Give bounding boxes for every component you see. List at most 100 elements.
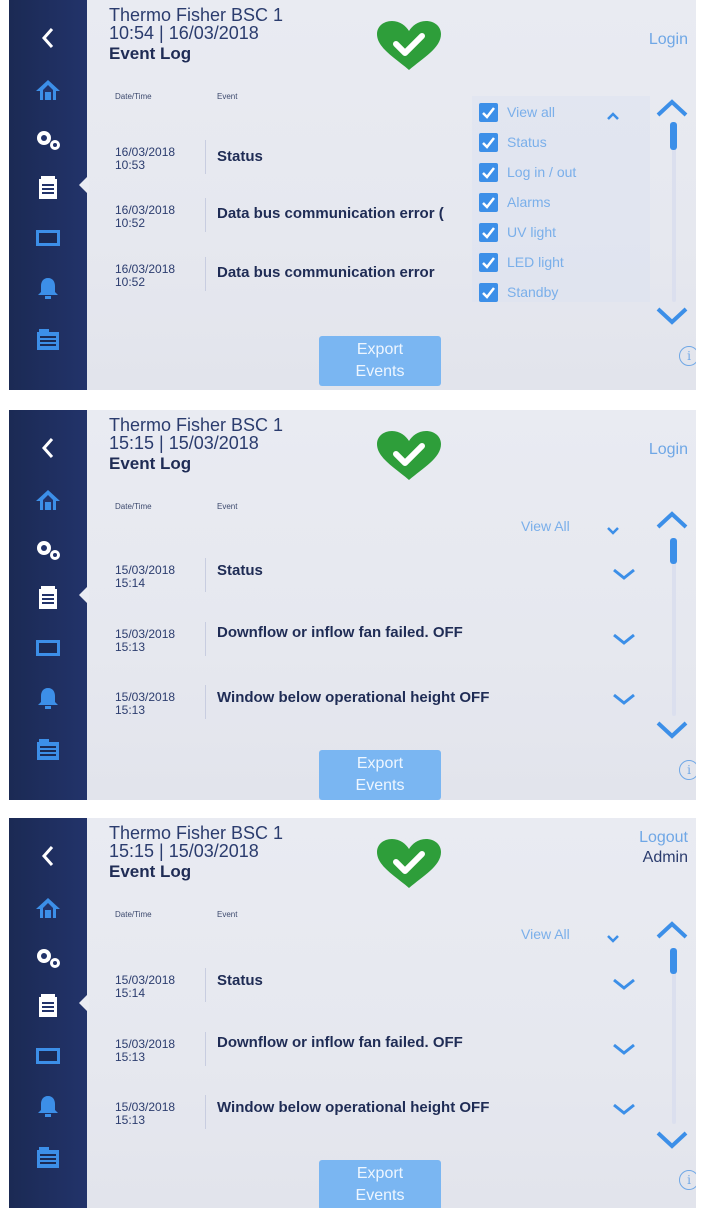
column-header-date: Date/Time bbox=[115, 502, 152, 511]
filter-label-uv-light[interactable]: UV light bbox=[507, 224, 556, 240]
home-icon[interactable] bbox=[9, 70, 87, 110]
scroll-down-chevron-icon[interactable] bbox=[655, 306, 689, 331]
info-icon[interactable]: i bbox=[679, 760, 696, 780]
checkbox-uv-light[interactable] bbox=[479, 223, 498, 242]
scrollbar-thumb[interactable] bbox=[670, 122, 677, 150]
checkbox-led-light[interactable] bbox=[479, 253, 498, 272]
login-label[interactable]: Login bbox=[649, 31, 688, 48]
info-icon[interactable]: i bbox=[679, 346, 696, 366]
export-events-button[interactable]: Export Events bbox=[319, 750, 441, 800]
back-icon[interactable] bbox=[9, 18, 87, 58]
expand-chevron-icon[interactable] bbox=[612, 567, 636, 585]
event-log-icon[interactable] bbox=[9, 578, 87, 618]
logged-in-user: Admin bbox=[642, 849, 688, 866]
row-time: 15:14 bbox=[115, 986, 146, 1000]
display-icon[interactable] bbox=[9, 218, 87, 258]
scrollbar-track[interactable] bbox=[672, 538, 676, 716]
settings-icon[interactable] bbox=[9, 530, 87, 570]
view-filter-chevron-down-icon[interactable] bbox=[606, 930, 620, 948]
logout-link[interactable]: Logout Admin bbox=[639, 828, 688, 868]
cabinet-name: Thermo Fisher BSC 1 bbox=[109, 5, 284, 25]
date-time: 10:54 | 16/03/2018 bbox=[109, 23, 259, 43]
settings-icon[interactable] bbox=[9, 120, 87, 160]
cabinet-name: Thermo Fisher BSC 1 bbox=[109, 823, 284, 843]
back-icon[interactable] bbox=[9, 836, 87, 876]
alarm-bell-icon[interactable] bbox=[9, 678, 87, 718]
view-filter-select[interactable]: View All bbox=[521, 926, 570, 942]
scroll-up-chevron-icon[interactable] bbox=[655, 510, 689, 535]
row-event: Window below operational height OFF bbox=[217, 1099, 490, 1116]
checkbox-log-in-out[interactable] bbox=[479, 163, 498, 182]
records-icon[interactable] bbox=[9, 730, 87, 770]
scroll-up-chevron-icon[interactable] bbox=[655, 98, 689, 123]
scrollbar-thumb[interactable] bbox=[670, 538, 677, 564]
date-time: 15:15 | 15/03/2018 bbox=[109, 433, 259, 453]
row-time: 15:13 bbox=[115, 703, 146, 717]
status-ok-heart-icon[interactable] bbox=[375, 430, 443, 487]
info-icon[interactable]: i bbox=[679, 1170, 696, 1190]
row-event: Window below operational height OFF bbox=[217, 689, 490, 706]
column-header-date: Date/Time bbox=[115, 910, 152, 919]
export-label-line1: Export bbox=[356, 341, 404, 358]
filter-label-alarms[interactable]: Alarms bbox=[507, 194, 551, 210]
sidebar bbox=[9, 818, 89, 1208]
sidebar bbox=[9, 410, 89, 800]
alarm-bell-icon[interactable] bbox=[9, 268, 87, 308]
expand-chevron-icon[interactable] bbox=[612, 692, 636, 710]
view-filter-select[interactable]: View All bbox=[521, 518, 570, 534]
export-events-button[interactable]: Export Events bbox=[319, 1160, 441, 1208]
filter-label-view-all[interactable]: View all bbox=[507, 104, 555, 120]
expand-chevron-icon[interactable] bbox=[612, 1102, 636, 1120]
status-ok-heart-icon[interactable] bbox=[375, 838, 443, 895]
expand-chevron-icon[interactable] bbox=[612, 1042, 636, 1060]
row-time: 15:14 bbox=[115, 576, 146, 590]
event-log-screen-3: Thermo Fisher BSC 1 15:15 | 15/03/2018 E… bbox=[9, 818, 696, 1208]
expand-chevron-icon[interactable] bbox=[612, 977, 636, 995]
scroll-up-chevron-icon[interactable] bbox=[655, 920, 689, 945]
settings-icon[interactable] bbox=[9, 938, 87, 978]
row-event: Status bbox=[217, 148, 263, 165]
home-icon[interactable] bbox=[9, 480, 87, 520]
row-event: Status bbox=[217, 972, 263, 989]
export-label-line1: Export bbox=[356, 1165, 404, 1182]
filter-label-status[interactable]: Status bbox=[507, 134, 547, 150]
status-ok-heart-icon[interactable] bbox=[375, 20, 443, 77]
export-label-line1: Export bbox=[356, 755, 404, 772]
cabinet-name: Thermo Fisher BSC 1 bbox=[109, 415, 284, 435]
filter-dropdown-panel bbox=[472, 96, 650, 302]
scrollbar-thumb[interactable] bbox=[670, 948, 677, 974]
logout-label[interactable]: Logout bbox=[639, 829, 688, 846]
home-icon[interactable] bbox=[9, 888, 87, 928]
active-indicator bbox=[79, 175, 89, 195]
export-label-line2: Events bbox=[355, 363, 405, 380]
checkbox-standby[interactable] bbox=[479, 283, 498, 302]
alarm-bell-icon[interactable] bbox=[9, 1086, 87, 1126]
page-title: Event Log bbox=[109, 44, 192, 63]
back-icon[interactable] bbox=[9, 428, 87, 468]
row-divider bbox=[205, 140, 206, 174]
login-link[interactable]: Login bbox=[649, 30, 688, 50]
export-events-button[interactable]: Export Events bbox=[319, 336, 441, 386]
login-link[interactable]: Login bbox=[649, 440, 688, 460]
row-event: Downflow or inflow fan failed. OFF bbox=[217, 624, 463, 641]
display-icon[interactable] bbox=[9, 1036, 87, 1076]
filter-label-log-in-out[interactable]: Log in / out bbox=[507, 164, 576, 180]
export-label-line2: Events bbox=[355, 1187, 405, 1204]
records-icon[interactable] bbox=[9, 1138, 87, 1178]
chevron-up-icon[interactable] bbox=[606, 108, 620, 126]
filter-label-led-light[interactable]: LED light bbox=[507, 254, 564, 270]
login-label[interactable]: Login bbox=[649, 441, 688, 458]
event-log-icon[interactable] bbox=[9, 986, 87, 1026]
scroll-down-chevron-icon[interactable] bbox=[655, 1130, 689, 1155]
filter-label-standby[interactable]: Standby bbox=[507, 284, 558, 300]
display-icon[interactable] bbox=[9, 628, 87, 668]
checkbox-status[interactable] bbox=[479, 133, 498, 152]
records-icon[interactable] bbox=[9, 320, 87, 360]
checkbox-alarms[interactable] bbox=[479, 193, 498, 212]
scroll-down-chevron-icon[interactable] bbox=[655, 720, 689, 745]
expand-chevron-icon[interactable] bbox=[612, 632, 636, 650]
scrollbar-track[interactable] bbox=[672, 948, 676, 1124]
checkbox-view-all[interactable] bbox=[479, 103, 498, 122]
event-log-icon[interactable] bbox=[9, 168, 87, 208]
view-filter-chevron-down-icon[interactable] bbox=[606, 522, 620, 540]
